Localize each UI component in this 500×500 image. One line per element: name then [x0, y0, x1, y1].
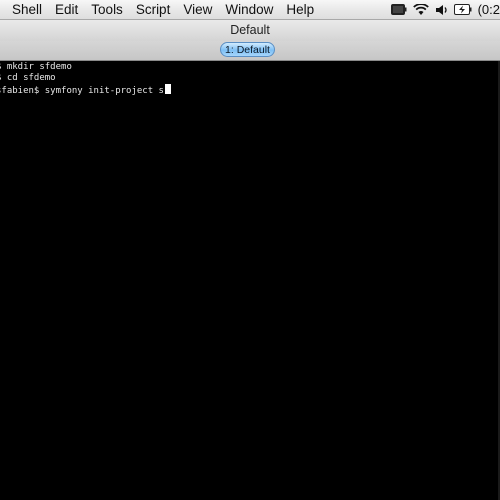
- menu-bar: Shell Edit Tools Script View Window Help: [0, 0, 500, 20]
- menu-window[interactable]: Window: [219, 0, 280, 19]
- terminal-prompt-line: sfabien$ symfony init-project s: [0, 84, 171, 97]
- menu-edit[interactable]: Edit: [49, 0, 85, 19]
- terminal-line: $ cd sfdemo: [0, 73, 56, 83]
- menu-clock[interactable]: (0:2: [478, 0, 500, 19]
- text-cursor: [164, 84, 171, 94]
- menu-extras: (0:2: [388, 0, 500, 19]
- menu-help[interactable]: Help: [280, 0, 321, 19]
- menu-script[interactable]: Script: [130, 0, 178, 19]
- volume-icon[interactable]: [432, 0, 452, 19]
- tab-bar: 1: Default: [0, 41, 500, 61]
- terminal-command: sfabien$ symfony init-project s: [0, 86, 164, 96]
- menu-tools[interactable]: Tools: [85, 0, 130, 19]
- menu-view[interactable]: View: [177, 0, 219, 19]
- menu-shell[interactable]: Shell: [0, 0, 49, 19]
- tab-default[interactable]: 1: Default: [220, 42, 275, 57]
- terminal-output[interactable]: $ mkdir sfdemo $ cd sfdemo sfabien$ symf…: [0, 61, 500, 500]
- battery-charging-icon[interactable]: [452, 0, 474, 19]
- battery-icon[interactable]: [388, 0, 410, 19]
- terminal-line: $ mkdir sfdemo: [0, 62, 72, 72]
- wifi-icon[interactable]: [410, 0, 432, 19]
- window-title: Default: [0, 20, 500, 41]
- screen: Shell Edit Tools Script View Window Help: [0, 0, 500, 500]
